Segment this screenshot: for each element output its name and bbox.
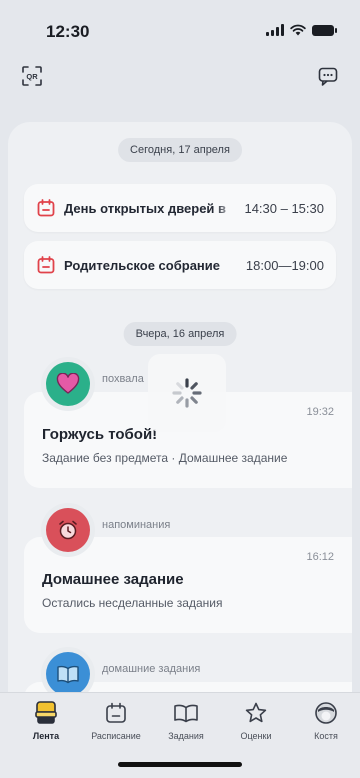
tab-label: Оценки (240, 731, 272, 741)
tab-grades[interactable]: Оценки (221, 701, 291, 741)
calendar-icon (106, 702, 126, 723)
event-title: День открытых дверей в (64, 200, 227, 216)
svg-text:QR: QR (26, 72, 38, 81)
tab-profile[interactable]: Костя (291, 701, 360, 741)
qr-button[interactable]: QR (18, 62, 46, 90)
tab-label: Задания (168, 731, 204, 741)
avatar-icon (315, 702, 337, 724)
card-title: Домашнее задание (42, 571, 184, 588)
signal-icon (266, 24, 284, 36)
alarm-clock-icon (46, 508, 90, 552)
tab-label: Лента (32, 731, 60, 741)
status-icons (266, 24, 337, 36)
card-subtitle: Остались несделанные задания (42, 596, 223, 610)
date-chip-yesterday: Вчера, 16 апреля (123, 322, 237, 346)
category-label: домашние задания (102, 663, 201, 675)
event-title: Родительское собрание (64, 257, 220, 273)
tab-label: Расписание (91, 731, 141, 741)
star-icon (245, 702, 267, 723)
event-card[interactable]: День открытых дверей в 14:30 – 15:30 (24, 184, 336, 232)
card-time: 19:32 (306, 406, 334, 418)
tab-assignments[interactable]: Задания (151, 701, 221, 741)
heart-icon (46, 362, 90, 406)
feed-icon (35, 701, 57, 724)
calendar-icon (37, 199, 55, 217)
tab-feed[interactable]: Лента (11, 701, 81, 741)
category-row: напоминания (46, 508, 170, 552)
book-icon (46, 652, 90, 696)
status-time: 12:30 (46, 22, 90, 41)
tab-label: Костя (314, 731, 338, 741)
qr-code-icon: QR (22, 66, 42, 86)
card-time: 16:12 (306, 551, 334, 563)
calendar-icon (37, 256, 55, 274)
spinner-icon (172, 378, 202, 408)
event-card[interactable]: Родительское собрание 18:00—19:00 (24, 241, 336, 289)
date-chip-today: Сегодня, 17 апреля (118, 138, 242, 162)
category-row: домашние задания (46, 652, 200, 696)
event-time: 18:00—19:00 (245, 257, 324, 273)
tab-schedule[interactable]: Расписание (81, 701, 151, 741)
battery-icon (312, 24, 337, 36)
category-row: похвала (46, 362, 144, 406)
chat-button[interactable] (314, 62, 342, 90)
status-bar: 12:30 (0, 0, 360, 62)
chat-icon (318, 67, 338, 86)
category-label: напоминания (102, 519, 171, 531)
wifi-icon (290, 24, 306, 36)
card-subtitle: Задание без предмета · Домашнее задание (42, 451, 288, 465)
home-indicator (118, 762, 242, 767)
loading-overlay (148, 354, 226, 432)
category-label: похвала (102, 373, 144, 385)
book-icon (174, 704, 198, 723)
event-time: 14:30 – 15:30 (244, 200, 324, 216)
